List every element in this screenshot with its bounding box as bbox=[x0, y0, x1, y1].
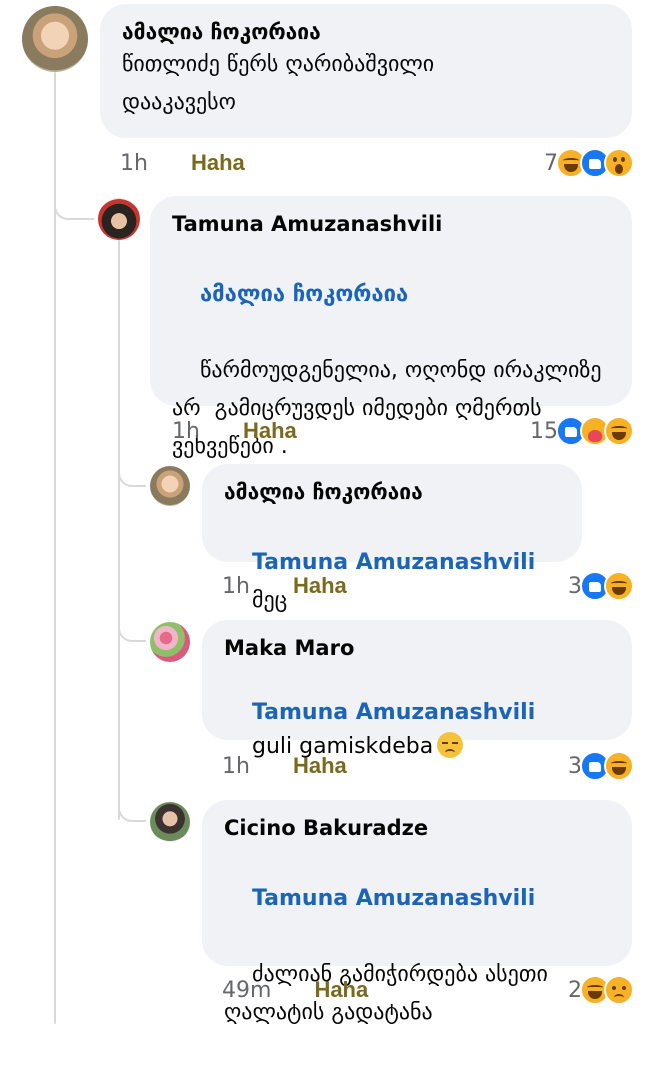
haha-reaction-button[interactable]: Haha bbox=[191, 150, 245, 175]
mention-link[interactable]: ამალია ჩოკორაია bbox=[200, 282, 408, 307]
avatar[interactable] bbox=[150, 466, 190, 506]
comment-meta: 1h Haha bbox=[172, 416, 297, 447]
comment-bubble: ამალია ჩოკორაია წითლიძე წერს ღარიბაშვილი… bbox=[100, 4, 632, 138]
comment-bubble: Tamuna Amuzanashvili ამალია ჩოკორაია წარ… bbox=[150, 196, 632, 459]
comment-bubble: ამალია ჩოკორაია Tamuna Amuzanashvili მეც bbox=[202, 464, 582, 613]
comment-time[interactable]: 1h bbox=[222, 574, 250, 599]
comment-author[interactable]: Maka Maro bbox=[224, 634, 610, 662]
reaction-summary[interactable]: 15 bbox=[530, 416, 634, 446]
haha-reaction-button[interactable]: Haha bbox=[243, 418, 297, 443]
mention-link[interactable]: Tamuna Amuzanashvili bbox=[252, 886, 535, 911]
comment-meta: 49m Haha bbox=[222, 975, 368, 1006]
thread-connector bbox=[54, 180, 94, 220]
laugh-reaction-icon bbox=[604, 751, 634, 781]
haha-reaction-button[interactable]: Haha bbox=[314, 977, 368, 1002]
mention-link[interactable]: Tamuna Amuzanashvili bbox=[252, 700, 535, 725]
reaction-count: 15 bbox=[530, 418, 558, 444]
haha-reaction-button[interactable]: Haha bbox=[293, 573, 347, 598]
laugh-reaction-icon bbox=[604, 571, 634, 601]
thread-connector bbox=[118, 790, 146, 822]
comment-text: წითლიძე წერს ღარიბაშვილი დააკავესო bbox=[122, 52, 442, 115]
wow-reaction-icon bbox=[604, 148, 634, 178]
thread-connector bbox=[118, 455, 146, 487]
comment-author[interactable]: Tamuna Amuzanashvili bbox=[172, 210, 610, 238]
avatar[interactable] bbox=[22, 6, 88, 72]
reaction-summary[interactable]: 3 bbox=[568, 751, 634, 781]
haha-reaction-button[interactable]: Haha bbox=[293, 753, 347, 778]
comment-author[interactable]: ამალია ჩოკორაია bbox=[122, 18, 610, 46]
comment-time[interactable]: 49m bbox=[222, 978, 271, 1003]
reaction-summary[interactable]: 3 bbox=[568, 571, 634, 601]
comment-meta: 1h Haha bbox=[222, 571, 347, 602]
avatar[interactable] bbox=[150, 622, 190, 662]
comment-time[interactable]: 1h bbox=[222, 754, 250, 779]
reaction-summary[interactable]: 7 bbox=[544, 148, 634, 178]
laugh-reaction-icon bbox=[604, 416, 634, 446]
avatar[interactable] bbox=[98, 198, 140, 240]
comment-bubble: Cicino Bakuradze Tamuna Amuzanashvili ძა… bbox=[202, 800, 632, 1025]
comment-time[interactable]: 1h bbox=[120, 151, 148, 176]
comment-time[interactable]: 1h bbox=[172, 419, 200, 444]
thread-line-replies bbox=[118, 240, 120, 820]
avatar[interactable] bbox=[150, 802, 190, 842]
comment-bubble: Maka Maro Tamuna Amuzanashvili guli gami… bbox=[202, 620, 632, 759]
disappointed-face-icon bbox=[437, 732, 464, 758]
thread-line-main bbox=[54, 72, 56, 1024]
comment-author[interactable]: ამალია ჩოკორაია bbox=[224, 478, 560, 506]
comment-meta: 1h Haha bbox=[222, 751, 347, 782]
comment-author[interactable]: Cicino Bakuradze bbox=[224, 814, 610, 842]
comment-meta: 1h Haha bbox=[120, 148, 245, 179]
comment-body: Tamuna Amuzanashvili ძალიან გამიჭირდება … bbox=[224, 842, 610, 1070]
reaction-summary[interactable]: 2 bbox=[568, 975, 634, 1005]
thread-connector bbox=[118, 610, 146, 642]
sad-reaction-icon bbox=[604, 975, 634, 1005]
